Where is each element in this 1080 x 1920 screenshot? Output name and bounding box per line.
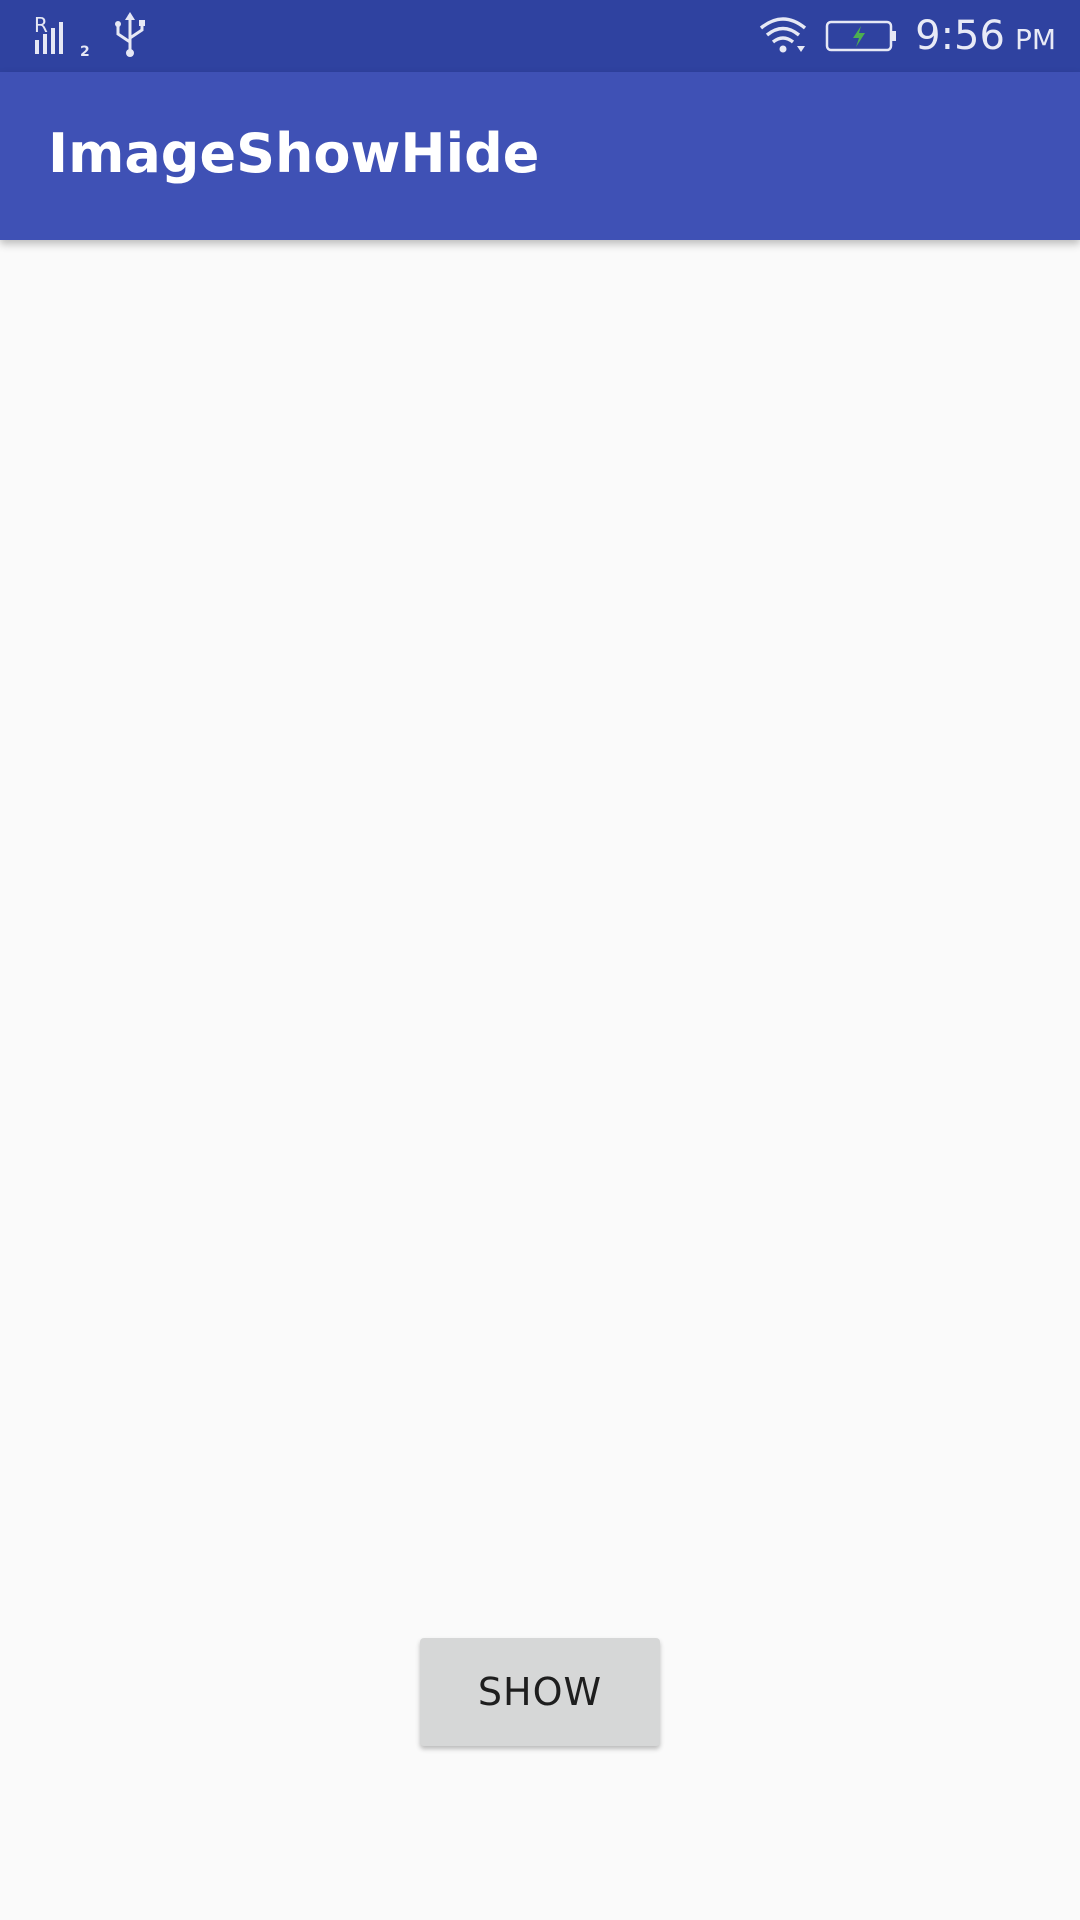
battery-charging-icon	[825, 18, 897, 54]
app-screen: R 2 9:56 PM ImageShowHide SHOW	[0, 0, 1080, 1920]
status-bar: R 2 9:56 PM	[0, 0, 1080, 72]
clock-ampm: PM	[1014, 23, 1056, 56]
status-bar-left: R 2	[32, 12, 150, 62]
clock-time: 9:56	[915, 13, 1005, 59]
page-title: ImageShowHide	[48, 122, 540, 185]
wifi-icon	[759, 16, 807, 56]
usb-icon	[110, 12, 150, 58]
sim-indicator: R	[34, 13, 48, 37]
status-bar-right: 9:56 PM	[759, 8, 1056, 64]
signal-icon: R 2	[32, 12, 92, 60]
status-clock: 9:56 PM	[915, 13, 1056, 59]
main-content: SHOW	[0, 240, 1080, 1920]
sim-slot: 2	[80, 44, 90, 58]
app-bar: ImageShowHide	[0, 72, 1080, 240]
show-button[interactable]: SHOW	[420, 1638, 660, 1746]
